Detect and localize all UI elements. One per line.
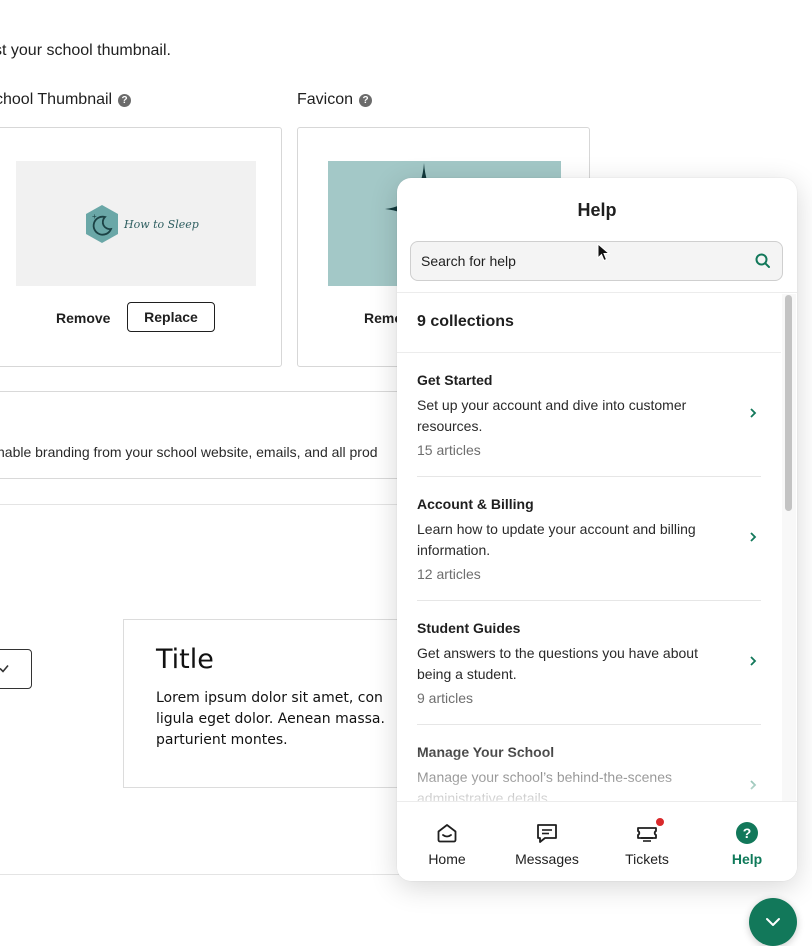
mouse-cursor-icon bbox=[597, 243, 611, 262]
help-panel-title: Help bbox=[577, 200, 617, 220]
thumbnail-label: chool Thumbnail bbox=[0, 91, 113, 108]
section-divider bbox=[0, 874, 420, 875]
collections-heading: 9 collections bbox=[397, 293, 781, 353]
collection-title: Manage Your School bbox=[417, 744, 555, 760]
preview-line: ligula eget dolor. Aenean massa. bbox=[156, 711, 385, 727]
preview-title: Title bbox=[156, 644, 214, 675]
section-divider bbox=[0, 478, 420, 479]
favicon-field-label: Favicon ? bbox=[297, 91, 373, 109]
checkbox-button[interactable] bbox=[0, 649, 32, 689]
collection-description: Learn how to update your account and bil… bbox=[417, 521, 696, 558]
help-panel: Help 9 collections Get Started Set up yo… bbox=[397, 178, 797, 881]
tab-tickets[interactable]: Tickets bbox=[597, 802, 697, 881]
section-divider bbox=[0, 504, 420, 505]
check-icon bbox=[0, 664, 9, 673]
logo-text: How to Sleep bbox=[124, 217, 199, 231]
question-circle-icon[interactable]: ? bbox=[118, 93, 132, 107]
svg-text:+: + bbox=[92, 212, 97, 221]
question-circle-icon[interactable]: ? bbox=[359, 93, 373, 107]
collection-article-count: 9 articles bbox=[417, 690, 474, 706]
tab-messages[interactable]: Messages bbox=[497, 802, 597, 881]
notification-badge bbox=[655, 817, 665, 827]
tab-help[interactable]: ? Help bbox=[697, 802, 797, 881]
scrollbar-thumb[interactable] bbox=[785, 295, 792, 511]
svg-text:?: ? bbox=[743, 825, 752, 841]
collection-item[interactable]: Get Started Set up your account and dive… bbox=[417, 353, 761, 477]
collection-description: Get answers to the questions you have ab… bbox=[417, 645, 698, 682]
chevron-right-icon bbox=[750, 532, 757, 542]
chevron-right-icon bbox=[750, 408, 757, 418]
collection-item[interactable]: Account & Billing Learn how to update yo… bbox=[417, 477, 761, 601]
intro-text: st your school thumbnail. bbox=[0, 42, 171, 59]
collection-title: Student Guides bbox=[417, 620, 521, 636]
help-launcher-button[interactable] bbox=[749, 898, 797, 946]
thumbnail-card: + How to Sleep Remove Replace bbox=[0, 127, 282, 367]
thumbnail-preview: + How to Sleep bbox=[16, 161, 256, 286]
help-tab-bar: Home Messages Tickets ? Help bbox=[397, 801, 797, 881]
help-icon: ? bbox=[736, 822, 758, 844]
collection-item[interactable]: Manage Your School Manage your school’s … bbox=[417, 725, 761, 801]
collection-article-count: 15 articles bbox=[417, 442, 481, 458]
school-logo: + How to Sleep bbox=[84, 204, 199, 244]
hexagon-moon-icon: + bbox=[86, 205, 118, 243]
tab-home[interactable]: Home bbox=[397, 802, 497, 881]
content-preview-card: Title Lorem ipsum dolor sit amet, con li… bbox=[123, 619, 425, 788]
collection-description: Set up your account and dive into custom… bbox=[417, 397, 687, 434]
preview-line: Lorem ipsum dolor sit amet, con bbox=[156, 690, 383, 706]
preview-body: Lorem ipsum dolor sit amet, con ligula e… bbox=[156, 688, 385, 751]
collection-title: Get Started bbox=[417, 372, 493, 388]
favicon-label: Favicon bbox=[297, 91, 354, 108]
messages-icon bbox=[537, 824, 557, 843]
search-icon[interactable] bbox=[754, 252, 772, 270]
chevron-right-icon bbox=[750, 780, 757, 790]
tab-label: Tickets bbox=[625, 851, 669, 867]
collections-list: 9 collections Get Started Set up your ac… bbox=[397, 293, 781, 801]
branding-description: hable branding from your school website,… bbox=[0, 444, 378, 460]
chevron-down-icon bbox=[766, 918, 780, 926]
search-input[interactable] bbox=[411, 241, 754, 281]
tab-label: Messages bbox=[515, 851, 579, 867]
collection-article-count: 12 articles bbox=[417, 566, 481, 582]
collection-item[interactable]: Student Guides Get answers to the questi… bbox=[417, 601, 761, 725]
remove-thumbnail-button[interactable]: Remove bbox=[56, 310, 110, 326]
collection-title: Account & Billing bbox=[417, 496, 534, 512]
home-icon bbox=[437, 824, 457, 843]
chevron-right-icon bbox=[750, 656, 757, 666]
thumbnail-field-label: chool Thumbnail ? bbox=[0, 91, 132, 109]
tab-label: Help bbox=[731, 851, 763, 867]
section-divider bbox=[0, 391, 420, 392]
replace-thumbnail-button[interactable]: Replace bbox=[127, 302, 215, 332]
tab-label: Home bbox=[428, 851, 466, 867]
preview-line: parturient montes. bbox=[156, 732, 288, 748]
collection-description: Manage your school’s behind-the-scenes a… bbox=[417, 769, 673, 801]
